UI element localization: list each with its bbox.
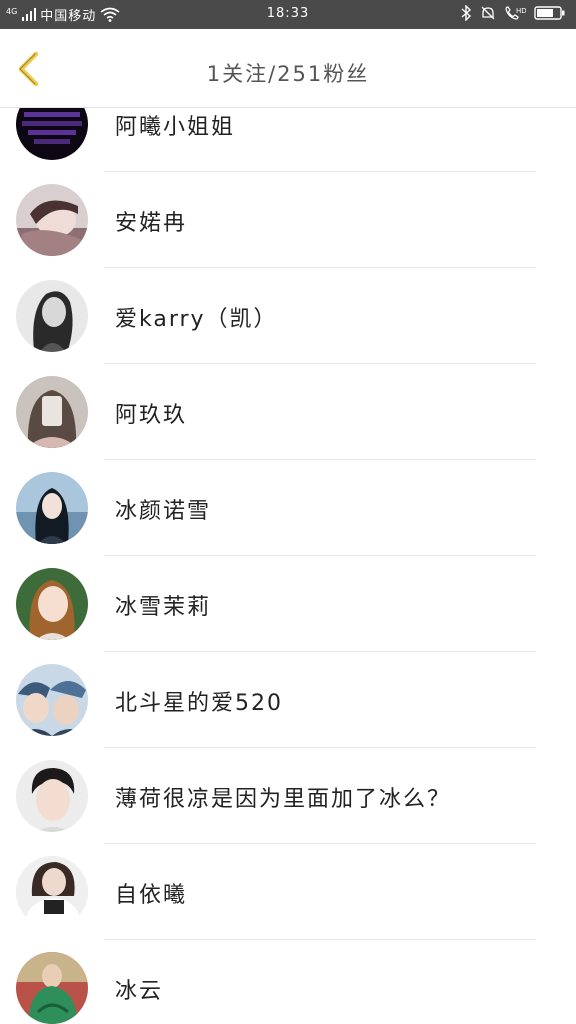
user-name: 爱karry（凯）	[115, 307, 278, 332]
battery-icon	[534, 6, 565, 20]
mute-icon	[481, 6, 495, 20]
user-name: 薄荷很凉是因为里面加了冰么？	[115, 787, 452, 812]
avatar	[16, 760, 88, 832]
followers-screen: 阿曦小姐姐 安婼冉 爱karry（凯） 阿玖玖 冰颜诺雪 冰雪茉莉 北斗星的爱5…	[0, 0, 576, 1024]
list-item[interactable]: 冰云	[0, 940, 576, 1024]
list-item[interactable]: 自依曦	[0, 844, 576, 940]
avatar	[16, 184, 88, 256]
avatar	[16, 856, 88, 928]
user-name: 冰云	[115, 979, 164, 1004]
header-bar: 1关注/251粉丝	[0, 29, 576, 108]
list-item[interactable]: 薄荷很凉是因为里面加了冰么？	[0, 748, 576, 844]
list-item[interactable]: 冰颜诺雪	[0, 460, 576, 556]
avatar	[16, 376, 88, 448]
avatar	[16, 664, 88, 736]
user-name: 北斗星的爱520	[115, 691, 283, 716]
user-name: 安婼冉	[115, 211, 188, 236]
avatar	[16, 472, 88, 544]
list-item[interactable]: 安婼冉	[0, 172, 576, 268]
svg-text:HD: HD	[516, 7, 526, 15]
page-title: 1关注/251粉丝	[206, 62, 370, 86]
user-name: 阿玖玖	[115, 403, 188, 428]
list-item[interactable]: 爱karry（凯）	[0, 268, 576, 364]
list-item[interactable]: 冰雪茉莉	[0, 556, 576, 652]
list-item[interactable]: 阿玖玖	[0, 364, 576, 460]
user-name: 冰雪茉莉	[115, 595, 212, 620]
user-name: 冰颜诺雪	[115, 499, 212, 524]
user-name: 阿曦小姐姐	[115, 115, 236, 140]
user-name: 自依曦	[115, 883, 188, 908]
bluetooth-icon	[461, 5, 472, 21]
avatar	[16, 568, 88, 640]
list-item[interactable]: 北斗星的爱520	[0, 652, 576, 748]
avatar	[16, 280, 88, 352]
user-list[interactable]: 阿曦小姐姐 安婼冉 爱karry（凯） 阿玖玖 冰颜诺雪 冰雪茉莉 北斗星的爱5…	[0, 76, 576, 1024]
status-bar: 4G 中国移动 18:33 HD	[0, 0, 576, 29]
hd-call-icon: HD	[505, 6, 526, 20]
avatar	[16, 952, 88, 1024]
